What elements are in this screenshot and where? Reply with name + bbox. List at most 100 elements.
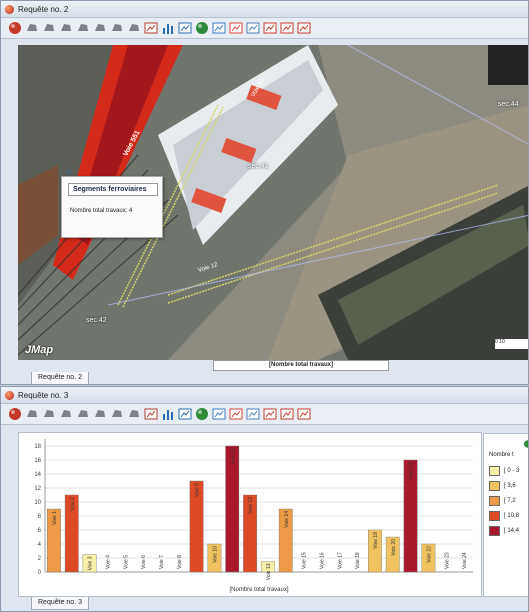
bar-label: Voie 3: [88, 556, 94, 570]
bar-label: Voie 10: [212, 546, 218, 563]
bar-label: Voie 5: [123, 555, 129, 569]
bar-label: Voie 6: [141, 555, 147, 569]
map-icon[interactable]: [245, 407, 260, 422]
bar-label: Voie 18: [355, 552, 361, 569]
y-tick-label: 6: [38, 528, 42, 534]
y-tick-label: 0: [38, 570, 42, 576]
area-chart-icon[interactable]: [228, 407, 243, 422]
shape-icon[interactable]: [24, 407, 39, 422]
bar-label: Voie 21: [409, 462, 415, 479]
info-icon: ✎: [66, 170, 72, 177]
bar-label: Voie 15: [302, 552, 308, 569]
bar-label: Voie 23: [444, 552, 450, 569]
shape-icon[interactable]: [41, 407, 56, 422]
shape-icon[interactable]: [24, 21, 39, 36]
shape-icon[interactable]: [41, 21, 56, 36]
shape-icon[interactable]: [58, 407, 73, 422]
legend-title: Nombre t: [489, 452, 514, 458]
bar-chart-icon[interactable]: [160, 21, 175, 36]
table-icon[interactable]: [177, 21, 192, 36]
bar-label: Voie 11: [230, 448, 236, 465]
bar-label: Voie 20: [391, 539, 397, 556]
cube-icon[interactable]: [262, 21, 277, 36]
toolbar: [1, 18, 528, 39]
house-icon[interactable]: [279, 21, 294, 36]
app-icon: [5, 390, 14, 400]
cube-icon[interactable]: [262, 407, 277, 422]
table-icon[interactable]: [177, 407, 192, 422]
y-tick-label: 8: [38, 514, 42, 520]
shape-icon[interactable]: [75, 21, 90, 36]
bar-chart-svg: 0 2 4 6 8 10 12 14 16 18 Voie 1 Voie 2 Voie 3 Voie 4 V…: [34, 439, 473, 593]
legend-item-label: [ 7,2: [504, 498, 516, 504]
legend-item-label: [ 3,6: [504, 483, 516, 489]
legend-swatch: [489, 466, 500, 476]
window-titlebar[interactable]: Requête no. 2: [1, 1, 528, 18]
shape-icon[interactable]: [109, 407, 124, 422]
legend-item: [ 3,6: [489, 481, 516, 491]
legend-swatch: [489, 496, 500, 506]
bar-label: Voie 16: [319, 552, 325, 569]
line-chart-icon[interactable]: [211, 21, 226, 36]
bar-label: Voie 14: [284, 511, 290, 528]
bar-label: Voie 2: [70, 497, 76, 511]
legend-swatch: [489, 511, 500, 521]
map-label-sec41: sec.41: [248, 163, 269, 170]
bar-label: Voie 7: [159, 555, 165, 569]
globe-icon[interactable]: [7, 407, 22, 422]
window-title: Requête no. 2: [18, 4, 69, 14]
bar-label: Voie 8: [177, 555, 183, 569]
popup-text: Nombre total travaux: 4: [70, 208, 133, 214]
map-popup[interactable]: ✎ Segments ferroviaires Nombre total tra…: [61, 170, 163, 238]
chart-legend: Nombre t [ 0 - 3 [ 3,6 [ 7,2 [ 10,8 [ 14…: [483, 433, 528, 597]
y-tick-label: 4: [38, 542, 42, 548]
query-window-3: Requête no. 3 0 2 4 6 8 10 12 14 16 18 Voie 1 Voie …: [0, 386, 529, 612]
bar-label: Voie 22: [426, 546, 432, 563]
shape-icon[interactable]: [126, 407, 141, 422]
grid-icon[interactable]: [143, 407, 158, 422]
window-titlebar[interactable]: Requête no. 3: [1, 387, 528, 404]
bar-label: Voie 12: [248, 497, 254, 514]
bar-label: Voie 19: [373, 532, 379, 549]
shape-icon[interactable]: [92, 407, 107, 422]
y-tick-label: 14: [34, 472, 41, 478]
gauge-icon[interactable]: [296, 407, 311, 422]
y-tick-label: 16: [34, 458, 41, 464]
legend-item: [ 14,4: [489, 526, 519, 536]
legend-item-label: [ 14,4: [504, 528, 520, 534]
tab-requete-2[interactable]: Requête no. 2: [31, 372, 89, 384]
scale-bar: 0 10: [495, 339, 528, 349]
map-legend-label: [Nombre total travaux]: [213, 360, 389, 371]
legend-item-label: [ 10,8: [504, 513, 520, 519]
globe-icon[interactable]: [7, 21, 22, 36]
map-label-sec44: sec.44: [498, 101, 519, 108]
bar-chart: 0 2 4 6 8 10 12 14 16 18 Voie 1 Voie 2 Voie 3 Voie 4 V…: [18, 432, 482, 597]
shape-icon[interactable]: [126, 21, 141, 36]
shape-icon[interactable]: [58, 21, 73, 36]
y-tick-label: 18: [34, 444, 41, 450]
shape-icon[interactable]: [92, 21, 107, 36]
house-icon[interactable]: [279, 407, 294, 422]
map-icon[interactable]: [245, 21, 260, 36]
legend-item: [ 7,2: [489, 496, 516, 506]
window-title: Requête no. 3: [18, 390, 69, 400]
legend-item-label: [ 0 - 3: [504, 468, 520, 474]
y-tick-label: 10: [34, 500, 41, 506]
bar-label: Voie 1: [52, 511, 58, 525]
gauge-icon[interactable]: [296, 21, 311, 36]
line-chart-icon[interactable]: [211, 407, 226, 422]
bar-label: Voie 9: [195, 483, 201, 497]
query-window-2: Requête no. 2 sec.44 sec.41 sec.42 Voie …: [0, 0, 529, 385]
tab-requete-3[interactable]: Requête no. 3: [31, 597, 89, 610]
shape-icon[interactable]: [75, 407, 90, 422]
y-tick-label: 12: [34, 486, 41, 492]
x-axis-label: [Nombre total travaux]: [229, 587, 288, 593]
area-chart-icon[interactable]: [228, 21, 243, 36]
legend-swatch: [489, 481, 500, 491]
legend-swatch: [489, 526, 500, 536]
shape-icon[interactable]: [109, 21, 124, 36]
grid-icon[interactable]: [143, 21, 158, 36]
pie-chart-icon[interactable]: [194, 21, 209, 36]
pie-chart-icon[interactable]: [194, 407, 209, 422]
bar-chart-icon[interactable]: [160, 407, 175, 422]
